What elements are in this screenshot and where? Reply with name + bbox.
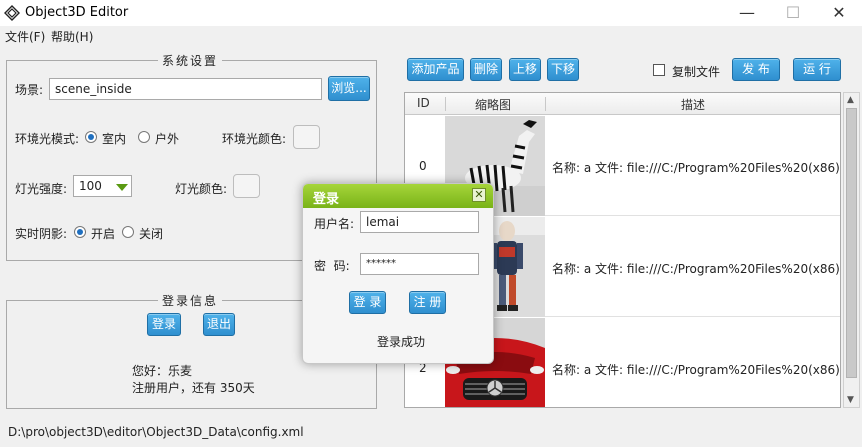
move-up-button[interactable]: 上移: [509, 58, 541, 81]
scroll-up-icon[interactable]: ▲: [847, 95, 854, 105]
ambient-color-swatch[interactable]: [293, 125, 320, 149]
ambient-outdoor-radio[interactable]: [138, 131, 150, 143]
menu-file[interactable]: 文件(F): [5, 28, 45, 45]
copy-file-label: 复制文件: [672, 65, 721, 79]
login-button[interactable]: 登录: [147, 313, 181, 336]
settings-group-title: 系统设置: [158, 52, 223, 69]
shadow-on-label: 开启: [91, 227, 116, 241]
column-divider: [545, 97, 546, 111]
minimize-button[interactable]: —: [724, 0, 770, 26]
ambient-color-label: 环境光颜色:: [222, 132, 287, 146]
scrollbar-thumb[interactable]: [846, 108, 857, 378]
row-id: 0: [419, 159, 427, 173]
login-success-message: 登录成功: [377, 335, 426, 349]
register-status-text: 注册用户，还有 350天: [132, 381, 255, 395]
row-description: 名称: a 文件: file:///C:/Program%20Files%20(…: [552, 363, 841, 377]
ambient-outdoor-label: 户外: [155, 132, 180, 146]
shadow-on-radio[interactable]: [74, 226, 86, 238]
close-button[interactable]: ✕: [816, 0, 862, 26]
column-header-thumbnail[interactable]: 缩略图: [475, 96, 511, 113]
chevron-down-icon: [116, 184, 128, 191]
dialog-title-bar: 登录 ✕: [303, 184, 493, 208]
dialog-close-icon[interactable]: ✕: [472, 188, 486, 202]
browse-button[interactable]: 浏览...: [328, 76, 370, 101]
username-input[interactable]: lemai: [360, 211, 479, 233]
light-color-swatch[interactable]: [233, 174, 260, 198]
table-scrollbar[interactable]: ▲ ▼: [843, 92, 860, 408]
login-dialog: 登录 ✕ 用户名: lemai 密 码: ****** 登 录 注 册 登录成功: [302, 183, 494, 364]
delete-button[interactable]: 删除: [470, 58, 502, 81]
title-bar: Object3D Editor — ☐ ✕: [0, 0, 862, 26]
username-label: 用户名:: [314, 217, 355, 231]
greeting-text: 您好：乐麦: [132, 364, 193, 378]
add-product-button[interactable]: 添加产品: [407, 58, 464, 81]
scene-input[interactable]: scene_inside: [49, 78, 322, 100]
logout-button[interactable]: 退出: [203, 313, 235, 336]
ambient-indoor-radio[interactable]: [85, 131, 97, 143]
menu-bar: 文件(F) 帮助(H): [0, 26, 862, 46]
light-color-label: 灯光颜色:: [175, 182, 228, 196]
light-intensity-label: 灯光强度:: [15, 182, 68, 196]
password-label: 密 码:: [314, 259, 350, 273]
scroll-down-icon[interactable]: ▼: [847, 395, 854, 405]
menu-help[interactable]: 帮助(H): [51, 28, 93, 45]
table-header: ID 缩略图 描述: [405, 93, 840, 115]
shadow-off-label: 关闭: [139, 227, 164, 241]
run-button[interactable]: 运 行: [793, 58, 841, 81]
light-intensity-value: 100: [79, 179, 102, 193]
dialog-register-button[interactable]: 注 册: [409, 291, 446, 314]
column-header-id[interactable]: ID: [417, 96, 430, 110]
light-intensity-select[interactable]: 100: [73, 175, 132, 197]
shadow-label: 实时阴影:: [15, 227, 68, 241]
app-logo-icon: [4, 5, 20, 21]
column-divider: [445, 97, 446, 111]
copy-file-checkbox[interactable]: [653, 64, 665, 76]
maximize-button[interactable]: ☐: [770, 0, 816, 26]
column-header-description[interactable]: 描述: [681, 96, 705, 113]
config-path: D:\pro\object3D\editor\Object3D_Data\con…: [8, 425, 304, 439]
shadow-off-radio[interactable]: [122, 226, 134, 238]
password-input[interactable]: ******: [360, 253, 479, 275]
dialog-title: 登录: [313, 192, 340, 207]
row-description: 名称: a 文件: file:///C:/Program%20Files%20(…: [552, 161, 841, 175]
window-title: Object3D Editor: [25, 5, 129, 20]
dialog-login-button[interactable]: 登 录: [349, 291, 386, 314]
ambient-indoor-label: 室内: [102, 132, 127, 146]
login-info-group-title: 登录信息: [158, 292, 223, 309]
scene-label: 场景:: [15, 83, 44, 97]
row-description: 名称: a 文件: file:///C:/Program%20Files%20(…: [552, 262, 841, 276]
ambient-mode-label: 环境光模式:: [15, 132, 80, 146]
move-down-button[interactable]: 下移: [547, 58, 579, 81]
publish-button[interactable]: 发 布: [732, 58, 780, 81]
